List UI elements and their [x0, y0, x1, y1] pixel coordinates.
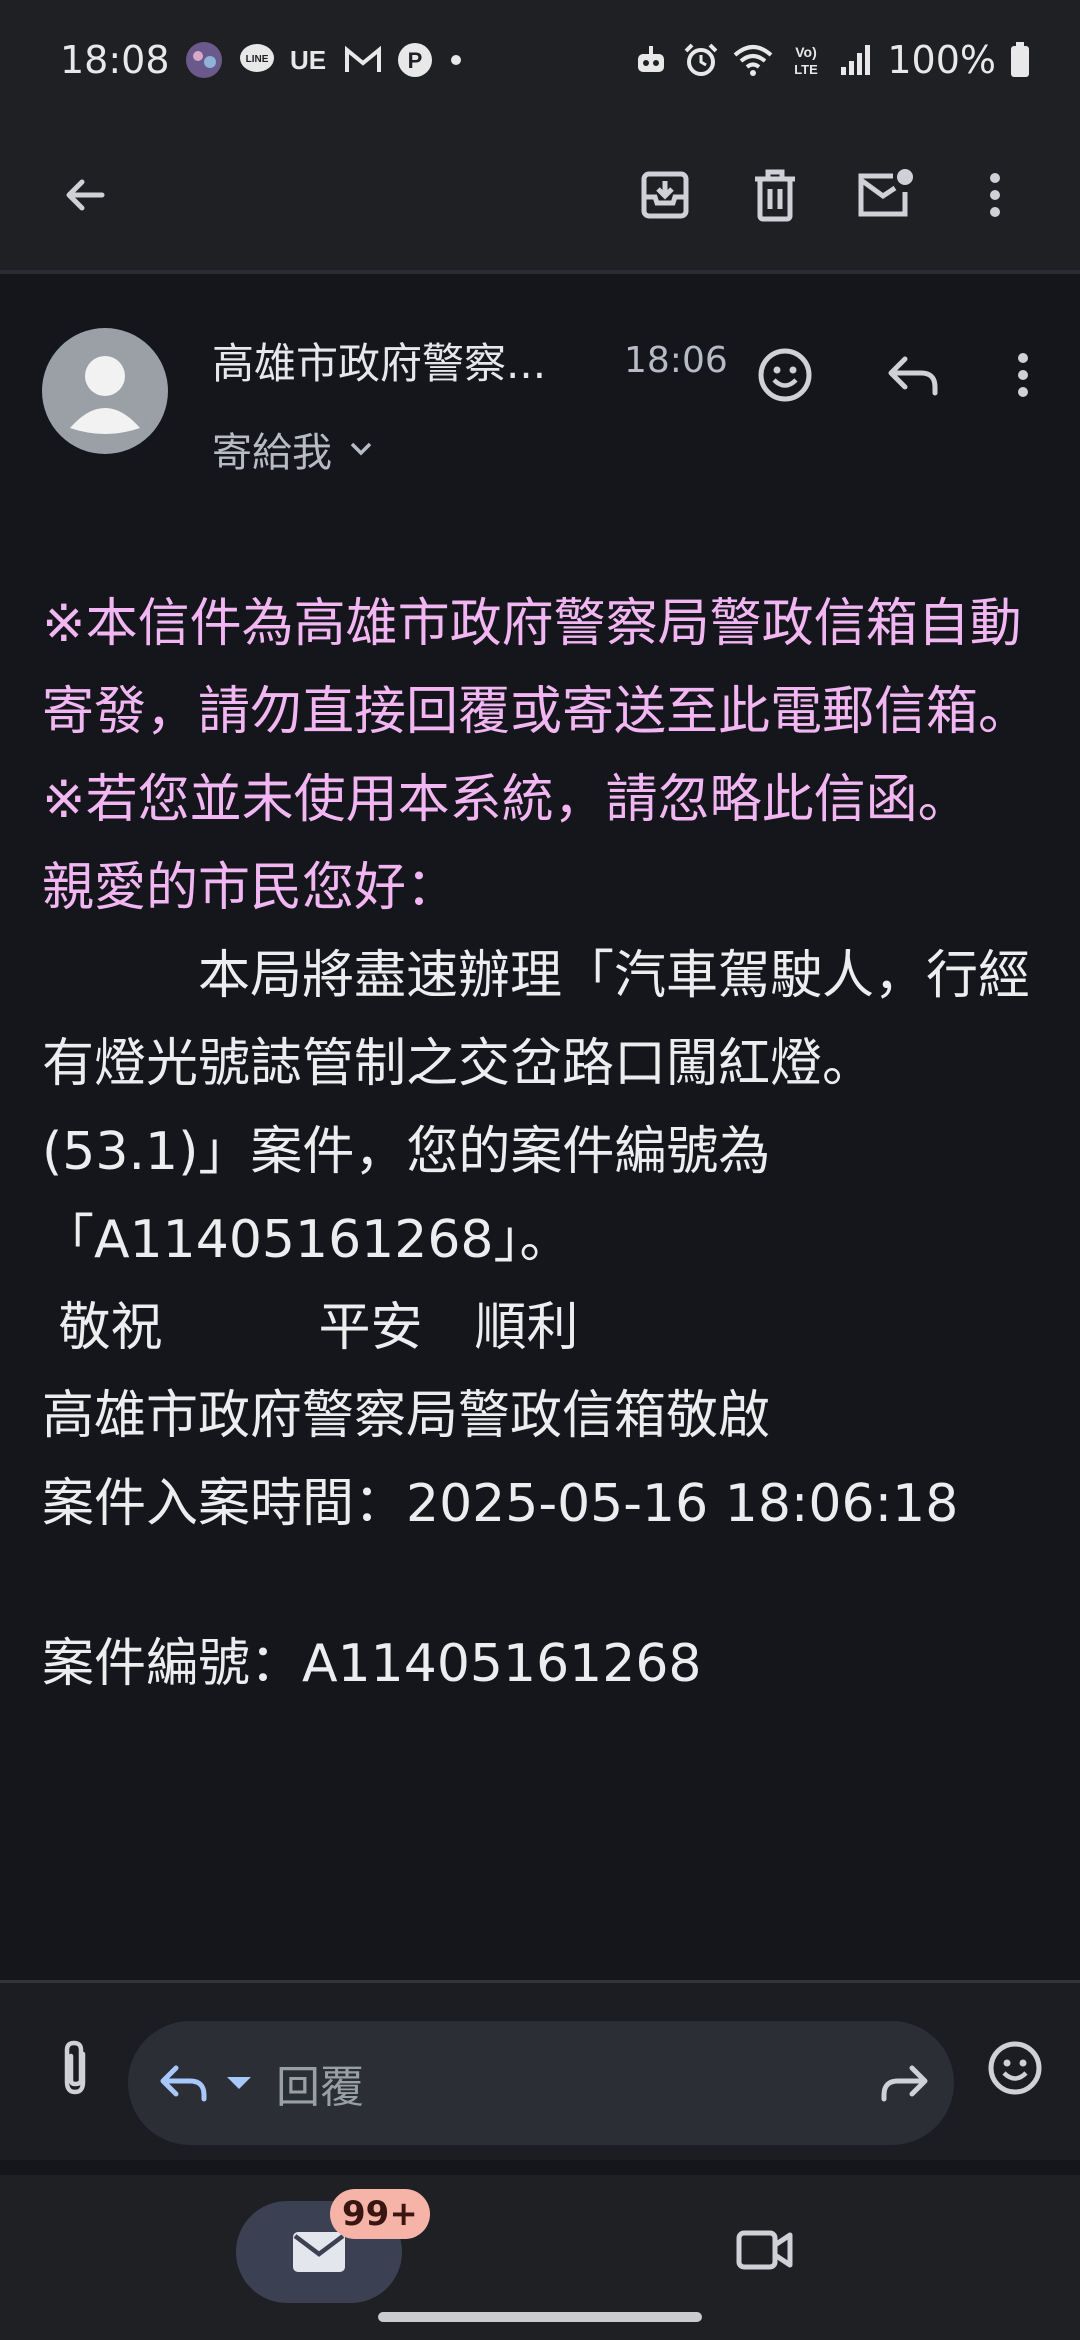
mark-unread-button[interactable] — [830, 140, 940, 250]
more-options-button[interactable] — [940, 140, 1050, 250]
greeting: 親愛的市民您好： — [42, 858, 459, 918]
reply-placeholder: 回覆 — [276, 2062, 364, 2113]
gesture-handle[interactable] — [378, 2312, 702, 2322]
emoji-button[interactable] — [970, 2023, 1060, 2113]
reply-input[interactable]: 回覆 — [128, 2021, 954, 2145]
sender-name[interactable]: 高雄市政府警察... — [212, 330, 546, 391]
auto-send-notice: ※本信件為高雄市政府警察局警政信箱自動寄發，請勿直接回覆或寄送至此電郵信箱。 — [42, 594, 1031, 742]
reply-icon — [888, 356, 938, 396]
svg-text:LINE: LINE — [245, 54, 268, 65]
svg-text:Vo): Vo) — [796, 44, 818, 60]
status-bar: 18:08 LINE UE P Vo) LTE 100% — [0, 0, 1080, 120]
attach-button[interactable] — [30, 2023, 120, 2113]
recipient-label: 寄給我 — [212, 430, 332, 476]
video-camera-icon — [736, 2230, 793, 2270]
svg-text:LTE: LTE — [795, 62, 819, 77]
more-vert-icon — [1018, 353, 1028, 397]
wifi-icon — [733, 43, 773, 77]
chevron-down-icon — [350, 442, 372, 456]
delete-button[interactable] — [720, 140, 830, 250]
reply-button[interactable] — [868, 330, 958, 420]
back-button[interactable] — [30, 140, 140, 250]
paperclip-icon — [64, 2040, 86, 2095]
unread-count-badge: 99+ — [330, 2189, 430, 2239]
uber-eats-icon: UE — [290, 45, 330, 75]
emoji-icon — [758, 348, 812, 402]
email-time: 18:06 — [624, 340, 728, 381]
battery-percent: 100% — [887, 38, 996, 82]
archive-button[interactable] — [610, 140, 720, 250]
case-number: 案件編號：A11405161268 — [42, 1634, 702, 1694]
email-more-options-button[interactable] — [978, 330, 1068, 420]
email-body: ※本信件為高雄市政府警察局警政信箱自動寄發，請勿直接回覆或寄送至此電郵信箱。 ※… — [42, 580, 1052, 1708]
case-time: 案件入案時間：2025-05-16 18:06:18 — [42, 1474, 959, 1534]
volte-icon: Vo) LTE — [787, 41, 825, 79]
recipient-details[interactable]: 寄給我 — [212, 420, 374, 478]
line-icon: LINE — [238, 41, 276, 79]
robot-icon — [633, 42, 669, 78]
reply-icon — [160, 2065, 207, 2102]
forward-icon[interactable] — [878, 2063, 930, 2103]
nav-meet-tab[interactable] — [720, 2205, 810, 2295]
email-header: 高雄市政府警察... 18:06 寄給我 — [0, 300, 1080, 500]
mail-icon — [293, 2232, 345, 2272]
trash-icon — [755, 169, 795, 222]
alarm-icon — [683, 42, 719, 78]
signal-icon — [839, 43, 873, 77]
more-vert-icon — [990, 173, 1000, 217]
svg-text:P: P — [407, 48, 422, 73]
back-arrow-icon — [66, 179, 105, 211]
emoji-icon — [988, 2041, 1042, 2095]
quick-reply-bar: 回覆 — [0, 1980, 1080, 2160]
status-time: 18:08 — [60, 38, 170, 82]
battery-icon — [1010, 42, 1030, 78]
signature: 高雄市政府警察局警政信箱敬啟 — [42, 1386, 771, 1446]
email-toolbar — [0, 120, 1080, 270]
notification-dot-icon — [448, 52, 464, 68]
mark-unread-icon — [858, 169, 913, 217]
svg-text:UE: UE — [290, 45, 326, 75]
person-icon — [70, 356, 140, 434]
ignore-notice: ※若您並未使用本系統，請忽略此信函。 — [42, 770, 970, 830]
closing: 敬祝 平安 順利 — [42, 1298, 579, 1358]
parking-icon: P — [396, 41, 434, 79]
avatar[interactable] — [42, 328, 168, 454]
gmail-icon — [344, 45, 382, 75]
gallery-icon — [184, 40, 224, 80]
caret-down-icon[interactable] — [224, 2073, 254, 2093]
toolbar-divider — [0, 270, 1080, 274]
add-reaction-button[interactable] — [740, 330, 830, 420]
main-paragraph: 本局將盡速辦理「汽車駕駛人，行經有燈光號誌管制之交岔路口闖紅燈。(53.1)」案… — [42, 946, 1031, 1270]
archive-icon — [641, 171, 689, 219]
